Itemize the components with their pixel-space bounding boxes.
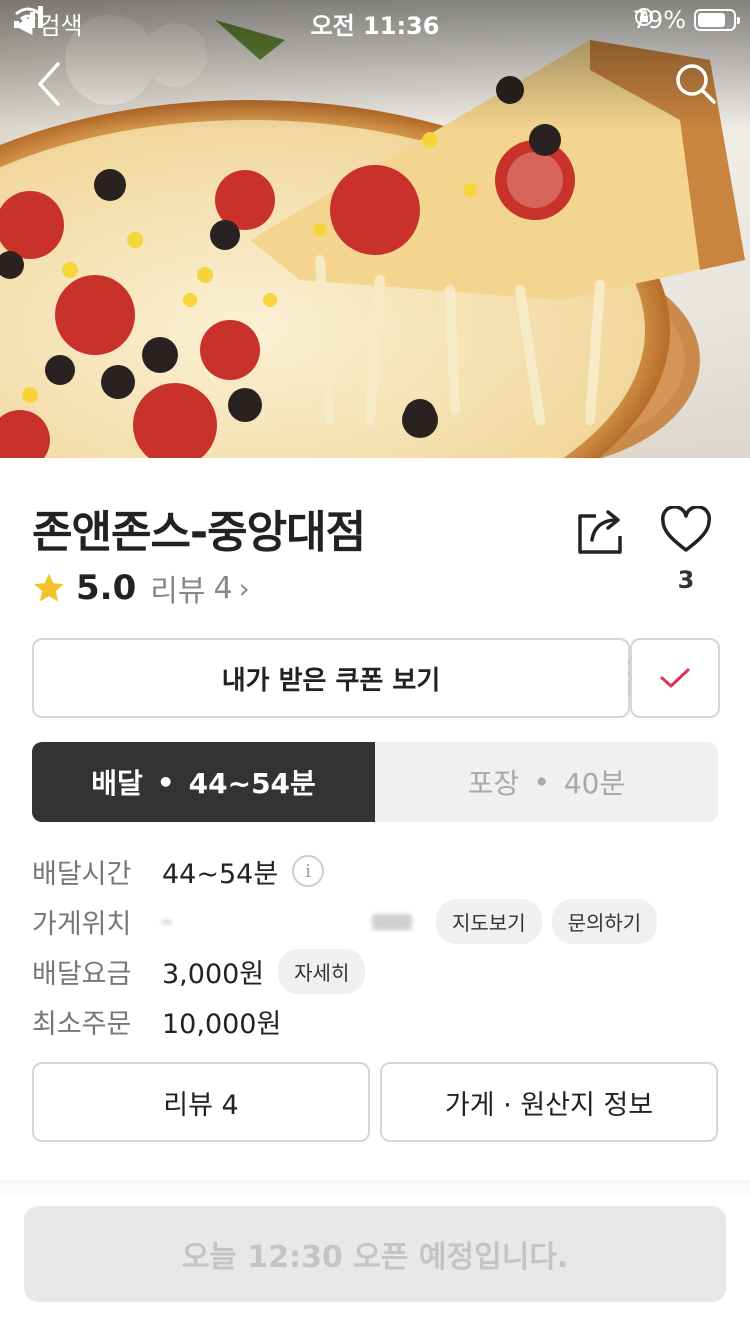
rating-reviews-link[interactable]: 5.0 리뷰 4 ›	[32, 566, 250, 610]
fee-detail-chip[interactable]: 자세히	[278, 948, 366, 994]
tab-pickup-label: 포장	[467, 767, 520, 800]
orientation-lock-icon	[634, 8, 653, 26]
min-order-value: 10,000원	[162, 1008, 282, 1040]
tab-delivery-time: 44~54분	[188, 767, 316, 800]
tab-pickup[interactable]: 포장 • 40분	[375, 742, 718, 822]
info-row-min-order: 최소주문 10,000원	[32, 996, 722, 1046]
chevron-left-icon	[38, 62, 60, 106]
tab-delivery-label: 배달	[91, 767, 143, 800]
heart-icon	[660, 505, 712, 552]
delivery-fee-value: 3,000원	[162, 958, 265, 990]
address-redacted	[162, 906, 422, 936]
info-row-location: 가게위치 지도보기 문의하기	[32, 896, 722, 946]
coupon-check-button[interactable]	[630, 638, 720, 718]
store-name: 존앤존스-중앙대점	[32, 507, 366, 558]
delivery-fee-label: 배달요금	[32, 958, 132, 990]
separator-dot: •	[156, 765, 175, 799]
review-label: 리뷰	[150, 574, 206, 609]
delivery-time-label: 배달시간	[32, 858, 132, 890]
section-divider	[0, 1180, 750, 1200]
share-button[interactable]	[574, 506, 626, 558]
location-label: 가게위치	[32, 908, 132, 940]
rating-score: 5.0	[76, 568, 137, 608]
share-icon	[578, 510, 622, 554]
view-map-chip[interactable]: 지도보기	[436, 898, 542, 944]
store-origin-info-button[interactable]: 가게 · 원산지 정보	[380, 1062, 718, 1142]
favorite-button[interactable]	[660, 505, 712, 554]
separator-dot: •	[533, 765, 550, 799]
chevron-right-icon: ›	[238, 571, 250, 605]
store-info-list: 배달시간 44~54분 i 가게위치 지도보기 문의하기 배달요금 3,000원…	[32, 846, 722, 1046]
status-bar: ◀ 검색 오전 11:36 79%	[0, 0, 750, 40]
pizza-photo	[0, 0, 750, 458]
back-button[interactable]	[28, 58, 76, 110]
review-count: 4	[213, 570, 233, 606]
store-action-buttons: 리뷰 4 가게 · 원산지 정보	[32, 1062, 718, 1142]
info-row-delivery-time: 배달시간 44~54분 i	[32, 846, 722, 896]
inquiry-chip[interactable]: 문의하기	[551, 898, 658, 944]
coupon-bar: 내가 받은 쿠폰 보기	[32, 638, 720, 718]
order-mode-tabs: 배달 • 44~54분 포장 • 40분	[32, 742, 718, 822]
opening-notice-button: 오늘 12:30 오픈 예정입니다.	[24, 1206, 726, 1302]
info-icon[interactable]: i	[292, 855, 325, 887]
info-row-delivery-fee: 배달요금 3,000원 자세히	[32, 946, 722, 996]
min-order-label: 최소주문	[32, 1008, 132, 1040]
delivery-time-value: 44~54분	[162, 858, 279, 890]
reviews-button[interactable]: 리뷰 4	[32, 1062, 370, 1142]
checkmark-icon	[660, 668, 690, 688]
tab-pickup-time: 40분	[563, 767, 626, 800]
search-button[interactable]	[672, 60, 720, 108]
tab-delivery[interactable]: 배달 • 44~54분	[32, 742, 375, 822]
star-icon	[34, 573, 64, 602]
battery-icon	[694, 9, 740, 31]
store-hero-image: ◀ 검색 오전 11:36 79%	[0, 0, 750, 458]
search-icon	[676, 64, 716, 104]
view-coupons-button[interactable]: 내가 받은 쿠폰 보기	[32, 638, 630, 718]
favorite-count: 3	[677, 566, 695, 594]
